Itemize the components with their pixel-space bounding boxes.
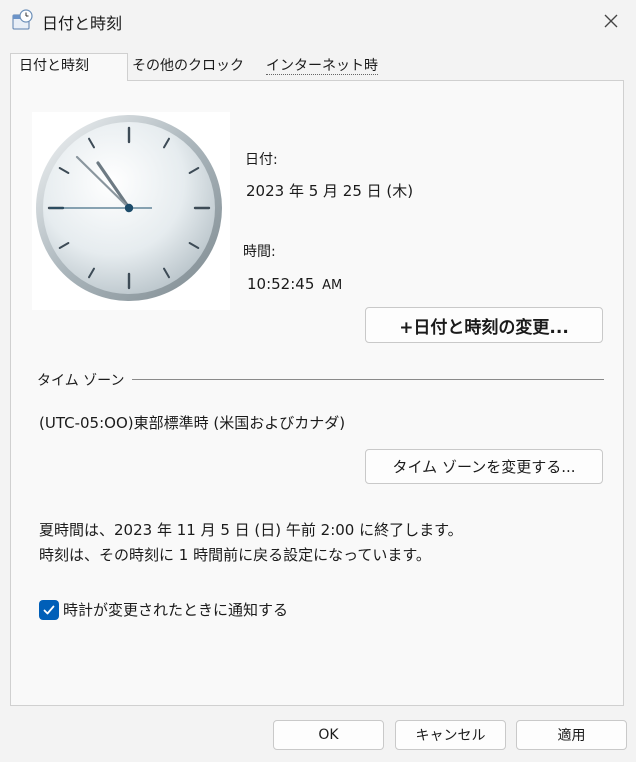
dst-line-2: 時刻は、その時刻に 1 時間前に戻る設定になっています。: [39, 546, 431, 564]
tab-date-time[interactable]: 日付と時刻: [10, 53, 128, 81]
tab-internet-time[interactable]: インターネット時間: [258, 53, 388, 99]
time-value: 10:52:45 AM: [247, 275, 342, 293]
date-label: 日付:: [245, 152, 278, 168]
tab-additional-clocks[interactable]: その他のクロック: [124, 53, 260, 79]
timezone-value: (UTC-05:OO)東部標準時 (米国およびカナダ): [39, 414, 346, 432]
ok-button[interactable]: OK: [273, 720, 384, 750]
notify-checkbox[interactable]: [39, 600, 59, 620]
clock-app-icon: [10, 8, 34, 32]
dst-line-1: 夏時間は、2023 年 11 月 5 日 (日) 午前 2:00 に終了します。: [39, 521, 463, 539]
tab-strip: 日付と時刻 その他のクロック インターネット時間: [10, 53, 626, 99]
analog-clock-icon: [36, 115, 222, 301]
cancel-button[interactable]: キャンセル: [395, 720, 506, 750]
time-label: 時間:: [243, 244, 276, 260]
timezone-divider: [132, 379, 604, 380]
title-bar: 日付と時刻: [0, 0, 636, 44]
time-ampm: AM: [322, 278, 343, 293]
close-icon: [604, 14, 618, 28]
notify-label[interactable]: 時計が変更されたときに通知する: [63, 599, 288, 620]
change-date-time-button[interactable]: +日付と時刻の変更...: [365, 307, 603, 343]
timezone-section-label: タイム ゾーン: [37, 373, 125, 389]
analog-clock: [32, 112, 230, 310]
tab-panel: 日付: 2023 年 5 月 25 日 (木) 時間: 10:52:45 AM …: [10, 80, 624, 706]
date-value: 2023 年 5 月 25 日 (木): [246, 182, 414, 200]
change-timezone-button[interactable]: タイム ゾーンを変更する...: [365, 449, 603, 484]
window-title: 日付と時刻: [42, 14, 123, 33]
checkmark-icon: [43, 605, 55, 615]
time-digits: 10:52:45: [247, 275, 315, 293]
close-button[interactable]: [592, 4, 630, 38]
apply-button[interactable]: 適用: [516, 720, 627, 750]
